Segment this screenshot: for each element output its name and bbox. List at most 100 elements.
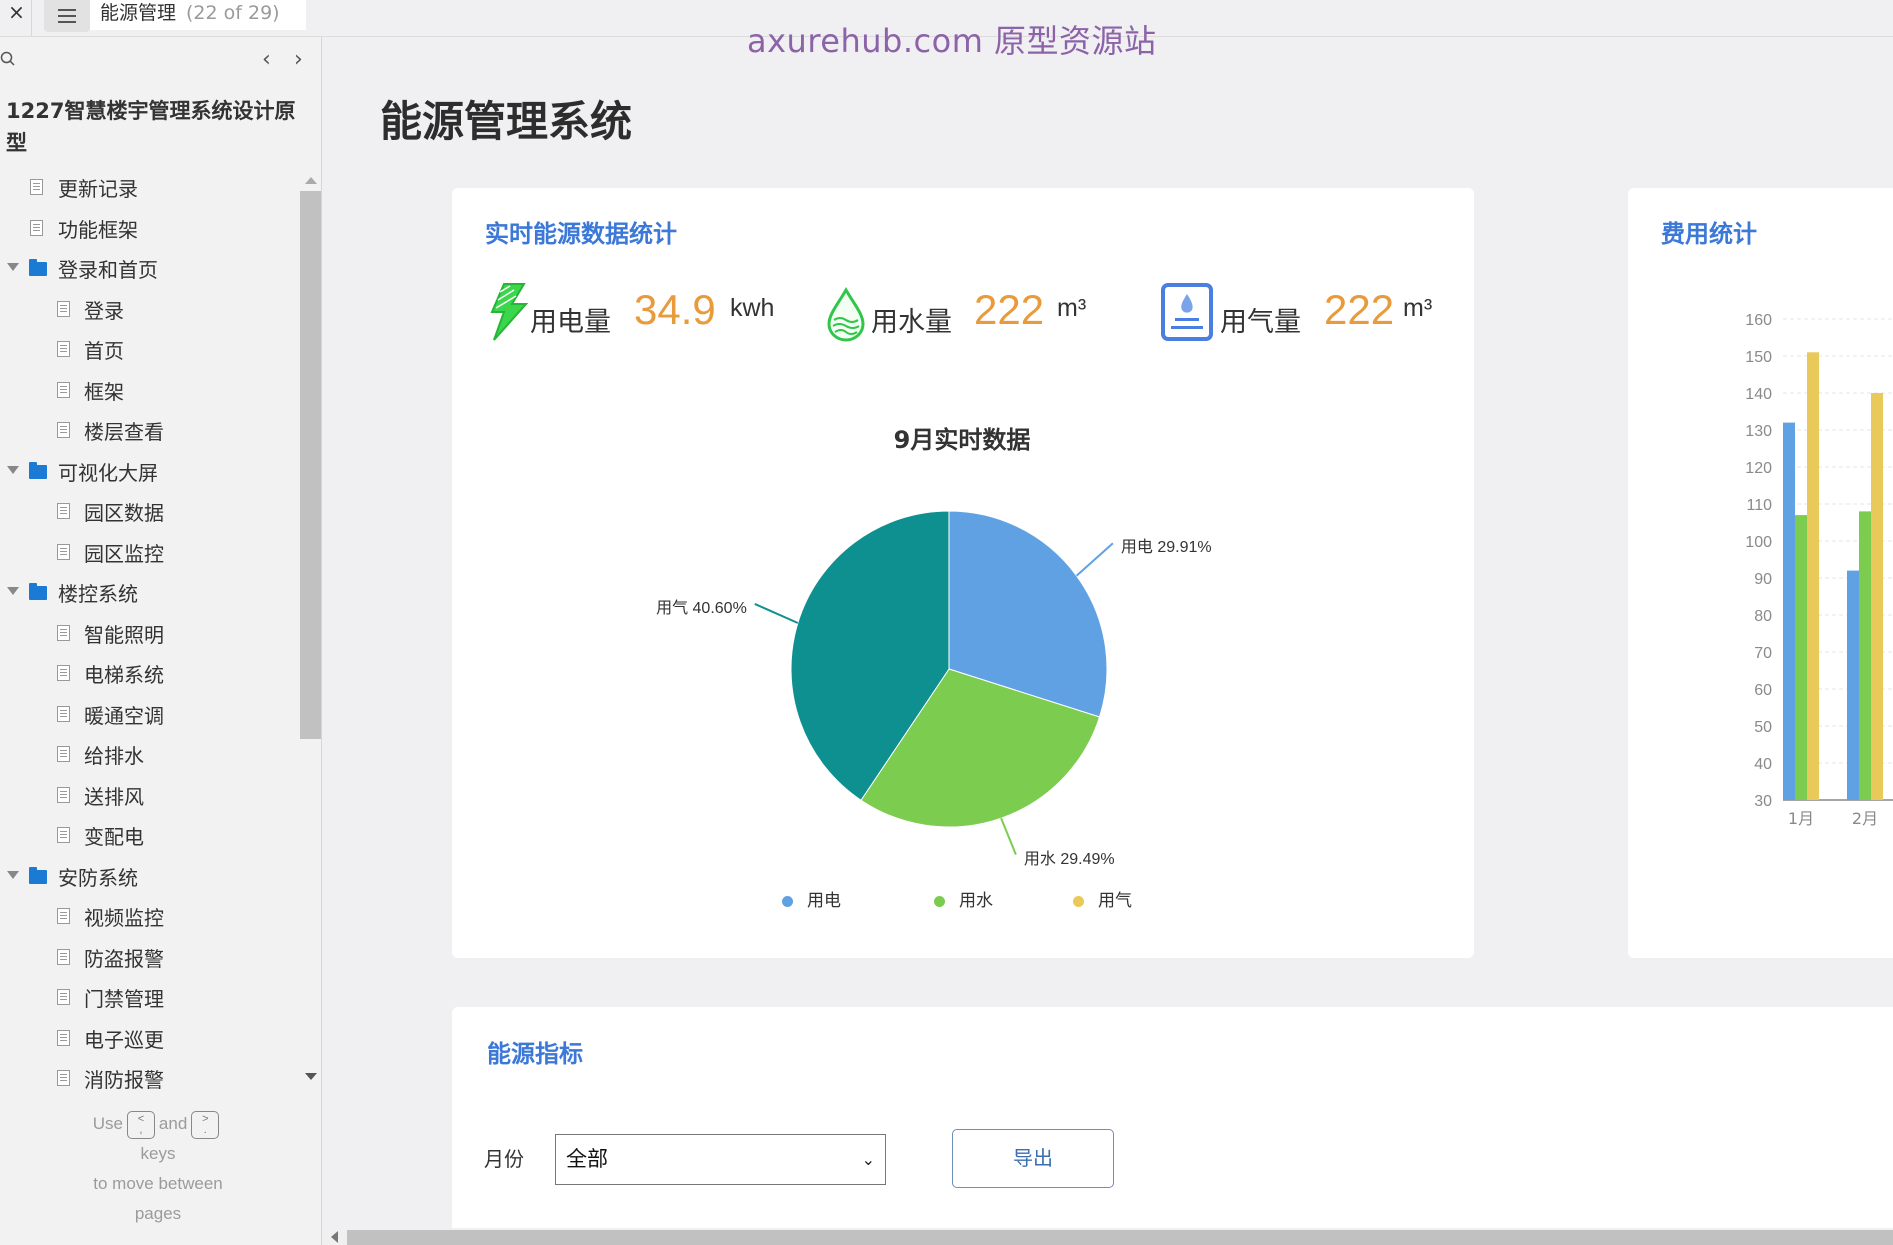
- sidebar-page-item[interactable]: 消防报警: [0, 1062, 300, 1103]
- sidebar-folder[interactable]: 登录和首页: [0, 252, 300, 293]
- sidebar-page-item[interactable]: 园区数据: [0, 495, 300, 536]
- sidebar-item-label: 送排风: [84, 784, 144, 809]
- sidebar-page-item[interactable]: 门禁管理: [0, 981, 300, 1022]
- key-next-icon: >.: [191, 1110, 220, 1139]
- y-tick-label: 70: [1754, 645, 1772, 662]
- sidebar-folder[interactable]: 楼控系统: [0, 576, 300, 617]
- bar-用水-1月[interactable]: [1795, 515, 1807, 800]
- bar-用气-2月[interactable]: [1871, 393, 1883, 800]
- caret-down-icon[interactable]: [7, 263, 19, 271]
- bar-用电-2月[interactable]: [1847, 570, 1859, 800]
- sidebar-folder[interactable]: 安防系统: [0, 860, 300, 901]
- key-prev-icon: <,: [126, 1110, 155, 1139]
- legend-dot-icon: [1073, 895, 1084, 907]
- energy-indicator-card: [452, 1007, 1893, 1237]
- key-next-bottom: .: [203, 1123, 207, 1136]
- cost-card-title: 费用统计: [1661, 220, 1757, 248]
- sidebar-item-label: 登录: [84, 298, 124, 323]
- scroll-down-arrow[interactable]: [305, 1073, 317, 1080]
- pie-leader-line: [754, 603, 799, 624]
- y-tick-label: 90: [1754, 571, 1772, 588]
- watermark: axurehub.com 原型资源站: [747, 22, 1157, 60]
- stat-unit: kwh: [730, 294, 775, 322]
- sidebar-page-item[interactable]: 框架: [0, 374, 300, 415]
- gas-stove-icon: [1161, 283, 1213, 341]
- sidebar-item-label: 框架: [84, 379, 124, 404]
- sidebar-page-item[interactable]: 登录: [0, 293, 300, 334]
- sidebar-page-item[interactable]: 防盗报警: [0, 941, 300, 982]
- sidebar-page-item[interactable]: 智能照明: [0, 617, 300, 658]
- sidebar-page-item[interactable]: 电梯系统: [0, 657, 300, 698]
- sidebar-page-item[interactable]: 楼层查看: [0, 414, 300, 455]
- y-tick-label: 130: [1745, 423, 1772, 440]
- horizontal-scrollbar[interactable]: [323, 1228, 1893, 1245]
- pie-leader-line: [1000, 817, 1017, 856]
- sidebar-item-label: 首页: [84, 339, 124, 363]
- sidebar-page-item[interactable]: 给排水: [0, 738, 300, 779]
- next-page-button[interactable]: ›: [294, 47, 303, 72]
- caret-down-icon[interactable]: [7, 587, 19, 595]
- caret-down-icon[interactable]: [7, 870, 19, 879]
- stat-value: 222: [1324, 286, 1395, 333]
- page-icon: [57, 300, 70, 317]
- scroll-left-arrow[interactable]: [331, 1231, 338, 1243]
- hamburger-icon-line: [58, 21, 76, 23]
- indicator-card-title: 能源指标: [487, 1040, 583, 1068]
- menu-button[interactable]: [44, 0, 90, 32]
- sidebar-item-label: 消防报警: [84, 1068, 164, 1092]
- x-tick-label: 1月: [1788, 809, 1814, 828]
- page-icon: [57, 705, 70, 722]
- caret-down-icon[interactable]: [7, 465, 19, 474]
- sidebar-page-item[interactable]: 变配电: [0, 819, 300, 860]
- hamburger-icon: [58, 9, 76, 11]
- search-icon[interactable]: [0, 51, 16, 67]
- page-icon: [57, 948, 70, 965]
- prev-page-button[interactable]: ‹: [262, 47, 271, 72]
- month-select[interactable]: 全部 ⌄: [555, 1134, 886, 1185]
- sidebar-item-label: 功能框架: [58, 217, 138, 242]
- legend-item[interactable]: 用气: [1073, 886, 1132, 911]
- water-drop-icon: [827, 286, 865, 342]
- sidebar-item-label: 给排水: [84, 744, 144, 768]
- sidebar-page-item[interactable]: 功能框架: [0, 212, 300, 253]
- close-sidebar-button[interactable]: ×: [2, 0, 32, 36]
- sidebar-page-item[interactable]: 暖通空调: [0, 698, 300, 739]
- sidebar-item-label: 智能照明: [84, 622, 164, 647]
- sidebar-page-item[interactable]: 首页: [0, 333, 300, 374]
- sidebar-page-item[interactable]: 视频监控: [0, 900, 300, 941]
- legend-dot-icon: [934, 895, 945, 907]
- sidebar-page-item[interactable]: 更新记录: [0, 171, 300, 212]
- sidebar-item-label: 变配电: [84, 825, 144, 849]
- folder-icon: [29, 259, 47, 276]
- sidebar-page-item[interactable]: 送排风: [0, 779, 300, 820]
- chevron-down-icon: ⌄: [861, 1150, 875, 1169]
- folder-icon: [29, 583, 47, 600]
- sidebar-scrollbar-thumb[interactable]: [300, 191, 321, 739]
- bar-用电-1月[interactable]: [1783, 422, 1795, 800]
- horizontal-scrollbar-thumb[interactable]: [347, 1230, 1893, 1245]
- stat-unit: m³: [1057, 294, 1087, 322]
- sidebar-item-label: 楼层查看: [84, 420, 164, 444]
- scroll-up-arrow[interactable]: [305, 177, 317, 184]
- page-icon: [57, 908, 70, 924]
- bar-用气-1月[interactable]: [1807, 352, 1819, 800]
- hint-keys: keys: [140, 1144, 176, 1163]
- sidebar-item-label: 园区数据: [84, 501, 164, 525]
- page-icon: [57, 665, 70, 681]
- sidebar: ‹ › 1227智慧楼宇管理系统设计原型 更新记录功能框架登录和首页登录首页框架…: [0, 37, 322, 1245]
- x-tick-label: 2月: [1852, 809, 1878, 828]
- sidebar-page-item[interactable]: 园区监控: [0, 536, 300, 577]
- legend-item[interactable]: 用电: [782, 886, 841, 911]
- stat-value: 222: [974, 286, 1045, 333]
- sidebar-page-item[interactable]: 电子巡更: [0, 1022, 300, 1063]
- bar-用水-2月[interactable]: [1859, 511, 1871, 800]
- stat-name: 用水量: [871, 307, 952, 338]
- legend-item[interactable]: 用水: [934, 886, 993, 911]
- sidebar-folder[interactable]: 可视化大屏: [0, 455, 300, 496]
- legend-label: 用水: [959, 891, 993, 911]
- sidebar-item-label: 安防系统: [58, 865, 138, 890]
- export-button[interactable]: 导出: [952, 1129, 1114, 1188]
- folder-icon: [29, 866, 47, 884]
- project-title: 1227智慧楼宇管理系统设计原型: [6, 99, 296, 155]
- legend-dot-icon: [782, 895, 793, 907]
